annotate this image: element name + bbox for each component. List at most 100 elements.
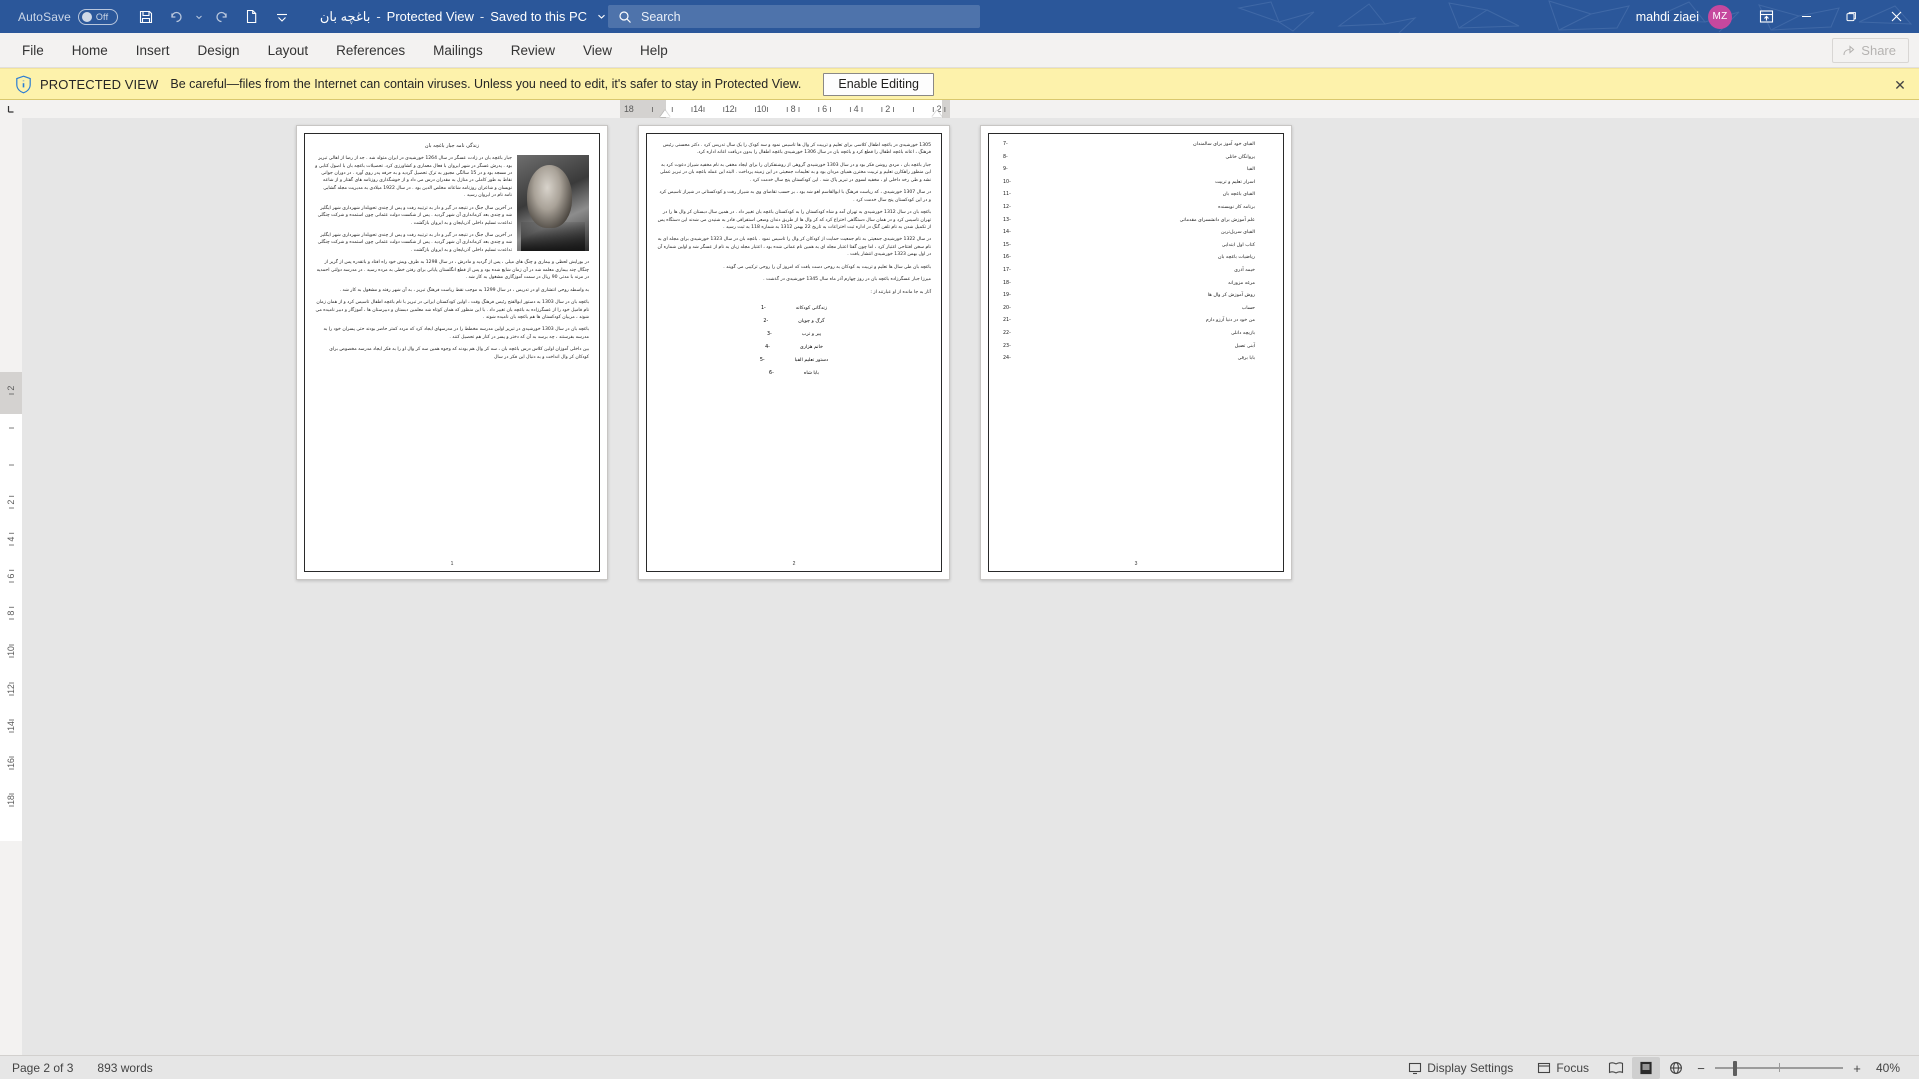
save-icon [139, 10, 152, 23]
list-item-number: 18- [1003, 280, 1011, 286]
list-item: علم آموزش برای دانشسرای مقدماتی 13- [999, 218, 1273, 223]
ribbon-display-options-button[interactable] [1748, 0, 1784, 33]
shield-info-icon-wrap [10, 75, 36, 94]
vruler-tick-10: ı16ı [6, 755, 16, 770]
list-item: اسرار تعلیم و تربیت 10- [999, 180, 1273, 185]
document-page-3[interactable]: الفبای خود آموز برای سالمندان 7- پروانگان… [980, 125, 1292, 580]
tab-mailings[interactable]: Mailings [420, 35, 496, 65]
share-label: Share [1861, 43, 1896, 58]
list-item: آبنی تصیل 23- [999, 344, 1273, 349]
focus-button[interactable]: Focus [1525, 1056, 1601, 1079]
title-dropdown-button[interactable] [597, 9, 606, 24]
list-item-number: 3- [766, 332, 772, 337]
redo-icon [216, 11, 227, 22]
page-2-body: 1305 خورشیدی در باغچه اطفال کلاسی برای ت… [657, 142, 932, 296]
restore-button[interactable] [1829, 0, 1874, 33]
account-name[interactable]: mahdi ziaei [1636, 10, 1699, 24]
protected-view-title: PROTECTED VIEW [40, 76, 159, 92]
focus-icon [1538, 1062, 1551, 1074]
close-banner-button[interactable]: ✕ [1891, 76, 1909, 94]
zoom-in-button[interactable]: + [1847, 1057, 1867, 1079]
hruler-tick-8: ı 4 ı [849, 104, 864, 114]
web-layout-button[interactable] [1662, 1057, 1690, 1079]
undo-icon [171, 11, 182, 22]
minimize-button[interactable] [1784, 0, 1829, 33]
list-item: خانم هزاری 4- [657, 345, 931, 350]
vruler-tick-7: ı10ı [6, 643, 16, 659]
protected-view-message: Be careful—files from the Internet can c… [170, 77, 802, 91]
list-item-number: 6- [769, 371, 774, 376]
hruler-tick-4: ı12ı [722, 104, 737, 114]
document-page-1[interactable]: زندگی نامه جبار باغچه بان جبار باغچه بان… [296, 125, 608, 580]
list-item-number: 21- [1003, 318, 1011, 324]
zoom-out-button[interactable]: − [1691, 1057, 1711, 1079]
list-item: مرغه مزورانه 18- [999, 281, 1273, 286]
tab-help[interactable]: Help [627, 35, 681, 65]
tab-review[interactable]: Review [498, 35, 568, 65]
restore-icon [1846, 12, 1856, 22]
tab-home[interactable]: Home [59, 35, 121, 65]
page-1-paragraph-6: باغچه بان در سال 1303 به دستور ابوالفتح … [315, 300, 590, 320]
read-mode-button[interactable] [1602, 1057, 1630, 1079]
display-settings-label: Display Settings [1427, 1061, 1514, 1075]
undo-button[interactable] [162, 4, 190, 30]
tab-view[interactable]: View [570, 35, 625, 65]
left-indent-marker[interactable] [660, 110, 670, 117]
list-item-number: 20- [1003, 305, 1011, 311]
vruler-tick-6: ı 8 ı [6, 606, 16, 621]
word-count[interactable]: 893 words [85, 1056, 164, 1079]
list-item-text: بازیچه دانلی [1230, 330, 1255, 336]
customize-quick-access-toolbar-button[interactable] [268, 4, 296, 30]
page-indicator[interactable]: Page 2 of 3 [0, 1056, 85, 1079]
tab-references[interactable]: References [323, 35, 418, 65]
vruler-tick-11: ı18ı [6, 792, 16, 807]
page-1-paragraph-4: در بورایش لحظی و بیماری و چنگ های میلی ،… [316, 260, 589, 281]
redo-button[interactable] [208, 4, 236, 30]
zoom-slider[interactable] [1715, 1057, 1843, 1079]
page-1-paragraph-8: بین داخلی آموزان اولین کلاس درس باغچه با… [329, 347, 589, 360]
list-item-text: الفبای خود آموز برای سالمندان [1193, 142, 1255, 147]
enable-editing-button[interactable]: Enable Editing [823, 72, 934, 96]
share-button[interactable]: Share [1832, 38, 1909, 63]
list-item-text: خانم هزاری [799, 345, 823, 350]
tab-layout[interactable]: Layout [255, 35, 322, 65]
ribbon-tab-strip: File Home Insert Design Layout Reference… [0, 33, 1919, 68]
list-item-text: پیر و ترب [801, 332, 822, 337]
list-item: پیر و ترب 3- [657, 332, 931, 337]
tab-stop-selector-button[interactable] [0, 100, 22, 118]
list-item-text: بابا برقی [1237, 356, 1255, 362]
list-item-text: مرغه مزورانه [1228, 280, 1255, 286]
vertical-ruler[interactable]: ı 2 ı ı ı 2 ı ı 4 ı ı 6 ı ı 8 ı ı10ı ı12… [0, 118, 22, 1055]
list-item-number: 11- [1003, 192, 1011, 198]
page-2-paragraph-6: باغچه بان طی سال ها تعلیم و تربیت به کود… [723, 264, 931, 270]
document-page-2[interactable]: 1305 خورشیدی در باغچه اطفال کلاسی برای ت… [638, 125, 950, 580]
search-icon [619, 10, 631, 23]
save-location-label: Saved to this PC [490, 9, 588, 24]
horizontal-ruler[interactable]: 18 ı ı ı14ı ı12ı ı10ı ı 8 ı ı 6 ı ı 4 ı … [620, 100, 950, 118]
list-item-number: 7- [1003, 142, 1008, 147]
list-item-number: 14- [1003, 230, 1011, 236]
list-item-number: 22- [1003, 330, 1011, 336]
save-button[interactable] [132, 4, 160, 30]
undo-dropdown-button[interactable] [192, 4, 206, 30]
close-button[interactable] [1874, 0, 1919, 33]
tab-design[interactable]: Design [185, 35, 253, 65]
tab-file[interactable]: File [9, 35, 57, 65]
focus-label: Focus [1556, 1061, 1589, 1075]
chevron-down-icon [598, 14, 605, 19]
new-document-button[interactable] [238, 4, 266, 30]
list-item-number: 16- [1003, 255, 1011, 261]
avatar[interactable]: MZ [1708, 4, 1732, 29]
display-settings-button[interactable]: Display Settings [1396, 1056, 1525, 1079]
tab-insert[interactable]: Insert [123, 35, 183, 65]
zoom-slider-thumb[interactable] [1733, 1060, 1737, 1076]
document-title-group: باغچه بان - Protected View - Saved to th… [320, 9, 606, 25]
list-item-number: 5- [759, 358, 765, 363]
autosave-toggle[interactable]: Off [77, 8, 118, 25]
zoom-level-label[interactable]: 40% [1867, 1061, 1909, 1075]
list-item: پروانگان خانلی 8- [999, 155, 1273, 160]
print-layout-button[interactable] [1632, 1057, 1660, 1079]
search-input[interactable]: Search [608, 5, 980, 28]
autosave-control[interactable]: AutoSave Off [18, 8, 118, 25]
right-indent-marker[interactable] [932, 110, 942, 117]
